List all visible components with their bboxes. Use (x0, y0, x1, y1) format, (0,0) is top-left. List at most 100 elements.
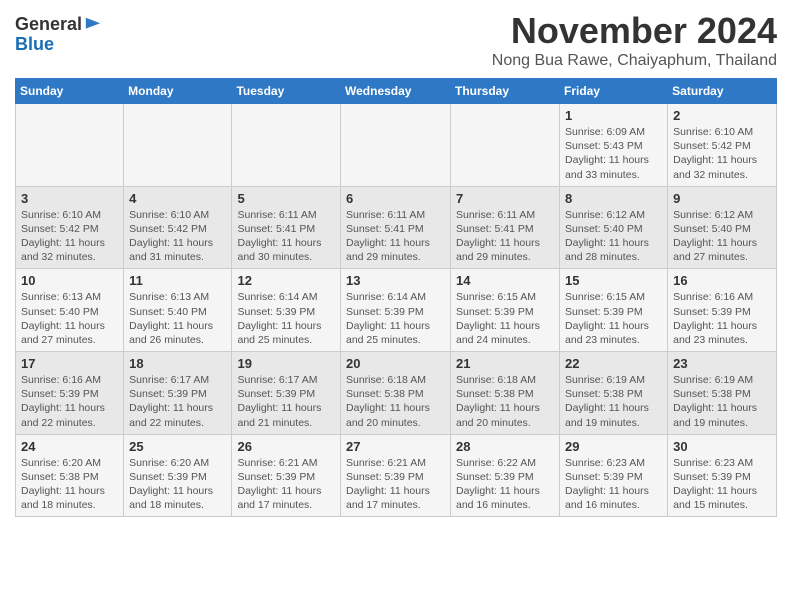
calendar-cell: 25Sunrise: 6:20 AMSunset: 5:39 PMDayligh… (124, 434, 232, 517)
weekday-header-wednesday: Wednesday (341, 79, 451, 104)
title-section: November 2024 Nong Bua Rawe, Chaiyaphum,… (492, 10, 777, 70)
calendar-cell: 3Sunrise: 6:10 AMSunset: 5:42 PMDaylight… (16, 186, 124, 269)
day-number: 16 (673, 273, 771, 288)
calendar-cell (232, 104, 341, 187)
weekday-header-monday: Monday (124, 79, 232, 104)
day-info: Sunrise: 6:14 AMSunset: 5:39 PMDaylight:… (237, 290, 335, 347)
logo-blue: Blue (15, 35, 102, 55)
calendar-cell (341, 104, 451, 187)
logo: General Blue (15, 15, 102, 55)
day-number: 30 (673, 439, 771, 454)
calendar-cell: 18 Sunrise: 6:17 AMSunset: 5:39 PMDayligh… (124, 352, 232, 435)
day-number: 29 (565, 439, 662, 454)
calendar-table: SundayMondayTuesdayWednesdayThursdayFrid… (15, 78, 777, 517)
day-info: Sunrise: 6:10 AMSunset: 5:42 PMDaylight:… (21, 208, 118, 265)
calendar-cell: 13 Sunrise: 6:14 AMSunset: 5:39 PMDayligh… (341, 269, 451, 352)
day-info: Sunrise: 6:21 AMSunset: 5:39 PMDaylight:… (237, 456, 335, 513)
calendar-cell: 21 Sunrise: 6:18 AMSunset: 5:38 PMDayligh… (451, 352, 560, 435)
day-number: 8 (565, 191, 662, 206)
calendar-cell: 2Sunrise: 6:10 AMSunset: 5:42 PMDaylight… (668, 104, 777, 187)
week-row-4: 17 Sunrise: 6:16 AMSunset: 5:39 PMDayligh… (16, 352, 777, 435)
day-info: Sunrise: 6:09 AMSunset: 5:43 PMDaylight:… (565, 125, 662, 182)
day-number: 4 (129, 191, 226, 206)
day-info: Sunrise: 6:11 AMSunset: 5:41 PMDaylight:… (237, 208, 335, 265)
day-number: 27 (346, 439, 445, 454)
day-number: 15 (565, 273, 662, 288)
day-number: 10 (21, 273, 118, 288)
day-info: Sunrise: 6:20 AMSunset: 5:38 PMDaylight:… (21, 456, 118, 513)
day-number: 9 (673, 191, 771, 206)
day-number: 6 (346, 191, 445, 206)
calendar-cell: 19 Sunrise: 6:17 AMSunset: 5:39 PMDayligh… (232, 352, 341, 435)
day-number: 19 (237, 356, 335, 371)
day-info: Sunrise: 6:13 AMSunset: 5:40 PMDaylight:… (21, 290, 118, 347)
day-number: 12 (237, 273, 335, 288)
day-info: Sunrise: 6:15 AMSunset: 5:39 PMDaylight:… (456, 290, 554, 347)
calendar-cell: 22Sunrise: 6:19 AMSunset: 5:38 PMDayligh… (560, 352, 668, 435)
week-row-5: 24 Sunrise: 6:20 AMSunset: 5:38 PMDayligh… (16, 434, 777, 517)
day-info: Sunrise: 6:22 AMSunset: 5:39 PMDaylight:… (456, 456, 554, 513)
week-row-2: 3Sunrise: 6:10 AMSunset: 5:42 PMDaylight… (16, 186, 777, 269)
day-info: Sunrise: 6:16 AMSunset: 5:39 PMDaylight:… (21, 373, 118, 430)
calendar-cell: 27 Sunrise: 6:21 AMSunset: 5:39 PMDayligh… (341, 434, 451, 517)
calendar-cell: 10 Sunrise: 6:13 AMSunset: 5:40 PMDayligh… (16, 269, 124, 352)
day-number: 20 (346, 356, 445, 371)
calendar-cell: 8 Sunrise: 6:12 AMSunset: 5:40 PMDaylight… (560, 186, 668, 269)
calendar-subtitle: Nong Bua Rawe, Chaiyaphum, Thailand (492, 52, 777, 70)
day-number: 23 (673, 356, 771, 371)
day-number: 18 (129, 356, 226, 371)
day-number: 28 (456, 439, 554, 454)
weekday-header-row: SundayMondayTuesdayWednesdayThursdayFrid… (16, 79, 777, 104)
day-info: Sunrise: 6:23 AMSunset: 5:39 PMDaylight:… (673, 456, 771, 513)
day-info: Sunrise: 6:19 AMSunset: 5:38 PMDaylight:… (673, 373, 771, 430)
day-info: Sunrise: 6:17 AMSunset: 5:39 PMDaylight:… (237, 373, 335, 430)
day-number: 13 (346, 273, 445, 288)
weekday-header-thursday: Thursday (451, 79, 560, 104)
day-number: 24 (21, 439, 118, 454)
day-info: Sunrise: 6:10 AMSunset: 5:42 PMDaylight:… (129, 208, 226, 265)
calendar-cell: 16 Sunrise: 6:16 AMSunset: 5:39 PMDayligh… (668, 269, 777, 352)
calendar-cell: 14 Sunrise: 6:15 AMSunset: 5:39 PMDayligh… (451, 269, 560, 352)
day-number: 1 (565, 108, 662, 123)
day-info: Sunrise: 6:14 AMSunset: 5:39 PMDaylight:… (346, 290, 445, 347)
calendar-cell: 26 Sunrise: 6:21 AMSunset: 5:39 PMDayligh… (232, 434, 341, 517)
calendar-cell: 5Sunrise: 6:11 AMSunset: 5:41 PMDaylight… (232, 186, 341, 269)
logo-flag-icon (84, 16, 102, 34)
day-number: 21 (456, 356, 554, 371)
day-info: Sunrise: 6:16 AMSunset: 5:39 PMDaylight:… (673, 290, 771, 347)
day-number: 17 (21, 356, 118, 371)
calendar-cell: 6 Sunrise: 6:11 AMSunset: 5:41 PMDaylight… (341, 186, 451, 269)
calendar-cell: 20 Sunrise: 6:18 AMSunset: 5:38 PMDayligh… (341, 352, 451, 435)
calendar-cell: 17 Sunrise: 6:16 AMSunset: 5:39 PMDayligh… (16, 352, 124, 435)
calendar-cell: 7 Sunrise: 6:11 AMSunset: 5:41 PMDaylight… (451, 186, 560, 269)
day-info: Sunrise: 6:18 AMSunset: 5:38 PMDaylight:… (346, 373, 445, 430)
calendar-cell: 9 Sunrise: 6:12 AMSunset: 5:40 PMDaylight… (668, 186, 777, 269)
day-info: Sunrise: 6:12 AMSunset: 5:40 PMDaylight:… (673, 208, 771, 265)
day-number: 14 (456, 273, 554, 288)
calendar-cell: 15Sunrise: 6:15 AMSunset: 5:39 PMDayligh… (560, 269, 668, 352)
day-number: 25 (129, 439, 226, 454)
week-row-3: 10 Sunrise: 6:13 AMSunset: 5:40 PMDayligh… (16, 269, 777, 352)
page-header: General Blue November 2024 Nong Bua Rawe… (15, 10, 777, 70)
week-row-1: 1 Sunrise: 6:09 AMSunset: 5:43 PMDaylight… (16, 104, 777, 187)
day-number: 26 (237, 439, 335, 454)
logo-general: General (15, 15, 82, 35)
calendar-cell: 1 Sunrise: 6:09 AMSunset: 5:43 PMDaylight… (560, 104, 668, 187)
calendar-cell: 24 Sunrise: 6:20 AMSunset: 5:38 PMDayligh… (16, 434, 124, 517)
calendar-cell (451, 104, 560, 187)
day-info: Sunrise: 6:11 AMSunset: 5:41 PMDaylight:… (456, 208, 554, 265)
calendar-cell: 30 Sunrise: 6:23 AMSunset: 5:39 PMDayligh… (668, 434, 777, 517)
calendar-cell: 28 Sunrise: 6:22 AMSunset: 5:39 PMDayligh… (451, 434, 560, 517)
day-info: Sunrise: 6:18 AMSunset: 5:38 PMDaylight:… (456, 373, 554, 430)
day-info: Sunrise: 6:21 AMSunset: 5:39 PMDaylight:… (346, 456, 445, 513)
day-number: 7 (456, 191, 554, 206)
calendar-cell: 12 Sunrise: 6:14 AMSunset: 5:39 PMDayligh… (232, 269, 341, 352)
weekday-header-sunday: Sunday (16, 79, 124, 104)
day-number: 2 (673, 108, 771, 123)
calendar-cell: 11Sunrise: 6:13 AMSunset: 5:40 PMDayligh… (124, 269, 232, 352)
day-info: Sunrise: 6:17 AMSunset: 5:39 PMDaylight:… (129, 373, 226, 430)
day-info: Sunrise: 6:11 AMSunset: 5:41 PMDaylight:… (346, 208, 445, 265)
day-number: 11 (129, 273, 226, 288)
day-info: Sunrise: 6:12 AMSunset: 5:40 PMDaylight:… (565, 208, 662, 265)
calendar-cell: 29Sunrise: 6:23 AMSunset: 5:39 PMDayligh… (560, 434, 668, 517)
